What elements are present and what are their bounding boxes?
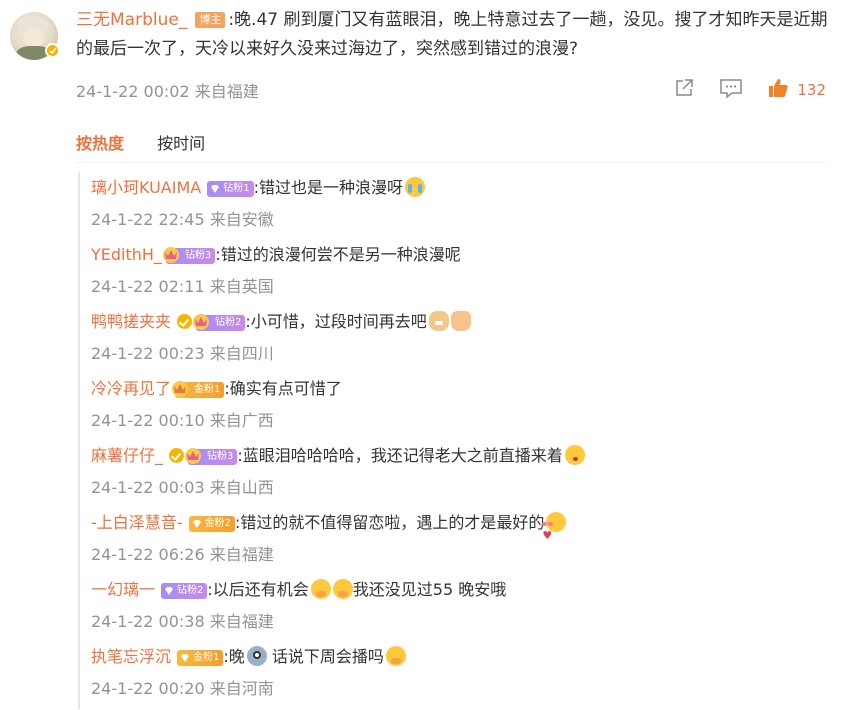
like-count: 132 <box>797 81 826 99</box>
comment-icon[interactable] <box>719 77 743 103</box>
list-item: 璃小珂KUAIMA 钻粉1:错过也是一种浪漫呀 24-1-22 22:45 来自安… <box>91 174 831 241</box>
fan-badge: 钻粉3 <box>185 448 238 465</box>
reply-author[interactable]: -上白泽慧音- <box>91 513 183 532</box>
like-icon[interactable] <box>767 77 789 103</box>
post-body: 三无Marblue_ 博主:晚.47 刷到厦门又有蓝眼泪，晚上特意过去了一趟，没见… <box>76 6 836 64</box>
list-item: 冷冷再见了 金粉1:确实有点可惜了 24-1-22 00:10 来自广西 <box>91 375 831 442</box>
fan-badge-label: 钻粉3 <box>184 250 212 261</box>
reply-time: 24-1-22 00:38 <box>91 612 205 631</box>
reply-author[interactable]: 麻薯仔仔_ <box>91 446 163 465</box>
reply-text: :蓝眼泪哈哈哈哈，我还记得老大之前直播来着 <box>237 446 563 465</box>
list-item: 麻薯仔仔_ 钻粉3:蓝眼泪哈哈哈哈，我还记得老大之前直播来着 24-1-22 00… <box>91 442 831 509</box>
reply-time: 24-1-22 02:11 <box>91 277 205 296</box>
fan-badge-label: 金粉2 <box>204 518 231 529</box>
love-emoji-icon <box>542 512 567 532</box>
reply-text: :错过的就不值得留恋啦，遇上的才是最好的 <box>234 513 545 532</box>
author-name[interactable]: 三无Marblue_ <box>76 10 187 30</box>
reply-author[interactable]: 璃小珂KUAIMA <box>91 178 201 197</box>
list-item: -上白泽慧音- 金粉2:错过的就不值得留恋啦，遇上的才是最好的 24-1-22 0… <box>91 509 831 576</box>
thumbs-up-emoji-icon <box>450 311 471 331</box>
pleading-emoji-icon <box>310 579 331 599</box>
doge-emoji-icon <box>428 311 449 331</box>
pleading-emoji-icon <box>385 646 406 666</box>
reply-time: 24-1-22 00:23 <box>91 344 205 363</box>
reply-author[interactable]: 一幻璃一 <box>91 580 155 599</box>
crown-icon <box>185 448 202 464</box>
reply-location: 来自福建 <box>209 545 274 564</box>
crying-emoji-icon <box>404 177 425 197</box>
fan-badge-label: 金粉1 <box>193 652 220 663</box>
reply-location: 来自河南 <box>209 679 274 698</box>
reply-text: :晚 <box>223 647 245 666</box>
diamond-icon <box>211 185 220 193</box>
reply-author[interactable]: 冷冷再见了 <box>91 379 171 398</box>
list-item: 执笔忘浮沉 金粉1:晚 话说下周会播吗 24-1-22 00:20 来自河南 <box>91 643 831 710</box>
post-time: 24-1-22 00:02 <box>76 82 190 101</box>
fan-badge: 金粉1 <box>177 650 224 666</box>
crown-icon <box>162 247 179 263</box>
reply-time: 24-1-22 00:10 <box>91 411 205 430</box>
list-item: YEdithH_ 钻粉3:错过的浪漫何尝不是另一种浪漫呢 24-1-22 02:1… <box>91 241 831 308</box>
reply-location: 来自英国 <box>209 277 274 296</box>
pleading-emoji-icon <box>332 579 353 599</box>
tab-sort-hot[interactable]: 按热度 <box>76 134 124 153</box>
reply-text: :小可惜，过段时间再去吧 <box>245 312 427 331</box>
author-tag: 博主 <box>195 12 226 28</box>
gold-gem-icon <box>192 520 201 528</box>
gold-gem-icon <box>181 654 190 662</box>
fan-badge-label: 钻粉2 <box>215 317 242 328</box>
reply-author[interactable]: 鸭鸭搓夹夹 <box>91 312 171 331</box>
reply-location: 来自福建 <box>209 612 274 631</box>
list-item: 一幻璃一 钻粉2:以后还有机会 我还没见过55 晚安哦 24-1-22 00:38 … <box>91 576 831 643</box>
reply-text: :确实有点可惜了 <box>224 379 342 398</box>
fan-badge: 钻粉2 <box>161 583 208 599</box>
fan-badge: 金粉1 <box>172 381 225 398</box>
post-actions: 132 <box>649 78 826 102</box>
reply-author[interactable]: 执笔忘浮沉 <box>91 647 171 666</box>
reply-location: 来自安徽 <box>209 210 274 229</box>
post-text: :晚.47 刷到厦门又有蓝眼泪，晚上特意过去了一趟，没见。搜了才知昨天是近期的最… <box>76 10 828 59</box>
fan-badge-label: 钻粉1 <box>223 183 250 194</box>
fan-badge-label: 钻粉3 <box>207 451 234 462</box>
fan-badge: 钻粉1 <box>207 181 254 197</box>
avatar-face <box>24 28 44 48</box>
reply-time: 24-1-22 06:26 <box>91 545 205 564</box>
reply-thread-line <box>78 172 80 709</box>
reply-author[interactable]: YEdithH_ <box>91 245 162 264</box>
reply-text: :以后还有机会 <box>207 580 309 599</box>
diamond-icon <box>165 587 174 595</box>
crown-icon <box>193 314 210 330</box>
reply-location: 来自山西 <box>209 478 274 497</box>
reply-time: 24-1-22 00:03 <box>91 478 205 497</box>
fan-badge: 钻粉2 <box>193 314 246 331</box>
reply-time: 24-1-22 22:45 <box>91 210 205 229</box>
post-meta: 24-1-22 00:02 来自福建 <box>76 78 259 102</box>
verified-icon <box>45 43 60 58</box>
fan-badge: 金粉2 <box>188 516 235 532</box>
fan-badge-label: 钻粉2 <box>177 585 204 596</box>
fan-badge: 钻粉3 <box>162 247 216 264</box>
reply-text: :错过的浪漫何尝不是另一种浪漫呢 <box>215 245 461 264</box>
post-location: 来自福建 <box>194 82 259 101</box>
fan-badge-label: 金粉1 <box>194 384 221 395</box>
reply-text-tail: 话说下周会播吗 <box>266 647 384 666</box>
reply-location: 来自四川 <box>209 344 274 363</box>
kiss-emoji-icon <box>564 445 585 465</box>
reply-text: :错过也是一种浪漫呀 <box>253 178 403 197</box>
list-item: 鸭鸭搓夹夹 钻粉2:小可惜，过段时间再去吧 24-1-22 00:23 来自四川 <box>91 308 831 375</box>
reply-location: 来自广西 <box>209 411 274 430</box>
reply-text-tail: 我还没见过55 晚安哦 <box>352 580 507 599</box>
reply-time: 24-1-22 00:20 <box>91 679 205 698</box>
tab-sort-time[interactable]: 按时间 <box>157 134 205 153</box>
share-icon[interactable] <box>673 77 695 103</box>
crown-icon <box>172 381 189 397</box>
divider <box>76 162 826 163</box>
dizzy-emoji-icon <box>246 646 267 666</box>
sort-tabs: 按热度 按时间 <box>76 130 233 154</box>
reply-list: 璃小珂KUAIMA 钻粉1:错过也是一种浪漫呀 24-1-22 22:45 来自安… <box>91 174 831 710</box>
